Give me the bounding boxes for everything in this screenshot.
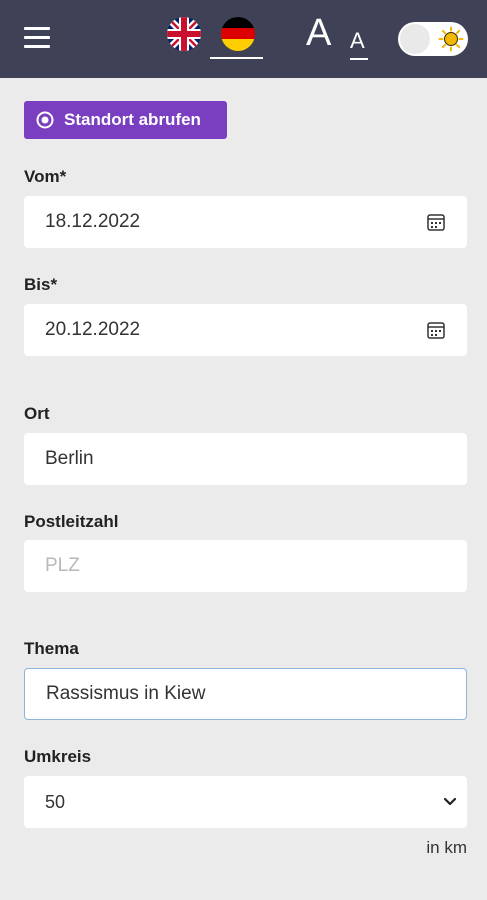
radius-value: 50 <box>45 791 66 812</box>
zip-field[interactable]: PLZ <box>24 540 467 592</box>
zip-placeholder: PLZ <box>45 555 80 576</box>
topic-field[interactable]: Rassismus in Kiew <box>24 668 467 720</box>
city-field[interactable]: Berlin <box>24 433 467 485</box>
font-size-large-button[interactable]: A <box>306 14 331 52</box>
radius-select[interactable]: 50 <box>24 776 467 828</box>
hamburger-menu-icon[interactable] <box>24 27 50 49</box>
city-value: Berlin <box>45 448 94 469</box>
radius-label: Umkreis <box>24 747 92 766</box>
topic-label: Thema <box>24 639 79 658</box>
calendar-icon[interactable] <box>427 321 445 339</box>
to-date-field[interactable]: 20.12.2022 <box>24 304 467 356</box>
toggle-knob <box>400 24 430 54</box>
from-date-label: Vom* <box>24 167 67 186</box>
from-date-value: 18.12.2022 <box>45 211 141 232</box>
from-date-field[interactable]: 18.12.2022 <box>24 196 467 248</box>
topic-value: Rassismus in Kiew <box>46 683 206 704</box>
target-icon <box>36 111 54 129</box>
uk-flag-icon[interactable] <box>167 17 201 51</box>
font-size-small-button[interactable]: A <box>350 30 365 52</box>
city-label: Ort <box>24 404 50 423</box>
top-bar: A A <box>0 0 487 78</box>
zip-label: Postleitzahl <box>24 512 119 531</box>
chevron-down-icon <box>443 797 457 806</box>
calendar-icon[interactable] <box>427 213 445 231</box>
active-language-indicator <box>210 57 263 59</box>
to-date-label: Bis* <box>24 275 58 294</box>
german-flag-icon[interactable] <box>221 17 255 51</box>
theme-toggle[interactable] <box>398 22 468 56</box>
get-location-label: Standort abrufen <box>64 110 201 129</box>
sun-icon <box>438 26 464 52</box>
radius-unit: in km <box>426 838 467 857</box>
search-form: Standort abrufen Vom* 18.12.2022 Bis* 20… <box>0 78 487 900</box>
get-location-button[interactable]: Standort abrufen <box>24 101 227 139</box>
to-date-value: 20.12.2022 <box>45 319 141 340</box>
active-font-size-indicator <box>350 58 368 60</box>
